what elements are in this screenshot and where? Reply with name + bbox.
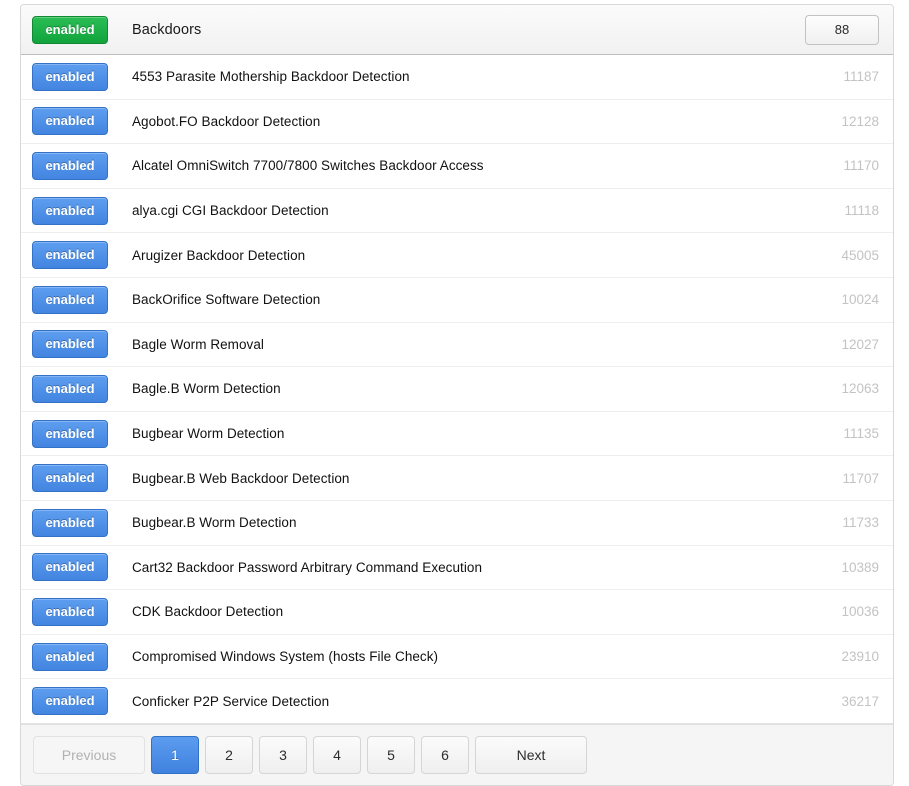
plugin-name: Bugbear.B Web Backdoor Detection bbox=[132, 470, 350, 486]
plugin-row[interactable]: enabled Bugbear.B Worm Detection 11733 bbox=[21, 500, 893, 546]
plugin-status-slot: enabled bbox=[32, 374, 124, 403]
family-header-row[interactable]: enabled Backdoors 88 bbox=[21, 5, 893, 55]
plugin-name: Alcatel OmniSwitch 7700/7800 Switches Ba… bbox=[132, 158, 484, 174]
plugin-row[interactable]: enabled Bugbear.B Web Backdoor Detection 1… bbox=[21, 456, 893, 501]
plugin-status-slot: enabled bbox=[32, 330, 124, 359]
pagination-page-numbers: 123456 bbox=[151, 735, 469, 774]
family-status-badge[interactable]: enabled bbox=[32, 15, 108, 44]
plugin-status-badge[interactable]: enabled bbox=[32, 464, 108, 493]
plugin-status-slot: enabled bbox=[32, 419, 124, 448]
plugin-id: 11707 bbox=[842, 470, 879, 486]
plugin-status-slot: enabled bbox=[32, 464, 124, 493]
family-name: Backdoors bbox=[132, 21, 202, 38]
plugin-list: enabled 4553 Parasite Mothership Backdoor… bbox=[21, 55, 893, 724]
plugin-id: 11135 bbox=[843, 426, 879, 442]
plugin-row[interactable]: enabled Cart32 Backdoor Password Arbitrar… bbox=[21, 545, 893, 591]
plugin-status-slot: enabled bbox=[32, 553, 124, 582]
plugin-status-badge[interactable]: enabled bbox=[32, 107, 108, 136]
plugin-row[interactable]: enabled BackOrifice Software Detection 100… bbox=[21, 277, 893, 323]
pagination-next-button[interactable]: Next bbox=[475, 735, 587, 774]
plugin-status-slot: enabled bbox=[32, 151, 124, 180]
plugin-row[interactable]: enabled Conficker P2P Service Detection 36… bbox=[21, 679, 893, 724]
plugin-name: Bagle.B Worm Detection bbox=[132, 381, 281, 397]
pagination-page-1[interactable]: 1 bbox=[151, 735, 199, 774]
plugin-name: Conficker P2P Service Detection bbox=[132, 693, 330, 709]
family-status-slot: enabled bbox=[32, 15, 124, 44]
plugin-status-badge[interactable]: enabled bbox=[32, 642, 108, 671]
plugin-name: Bugbear.B Worm Detection bbox=[132, 515, 297, 531]
plugin-status-slot: enabled bbox=[32, 687, 124, 716]
plugin-name: 4553 Parasite Mothership Backdoor Detect… bbox=[132, 69, 410, 85]
plugin-name: Agobot.FO Backdoor Detection bbox=[132, 113, 321, 129]
plugin-name: Cart32 Backdoor Password Arbitrary Comma… bbox=[132, 559, 483, 575]
plugin-id: 10389 bbox=[841, 559, 879, 575]
pagination-controls: Previous 123456 Next bbox=[33, 735, 881, 774]
plugin-name: Bugbear Worm Detection bbox=[132, 426, 285, 442]
plugin-name: alya.cgi CGI Backdoor Detection bbox=[132, 203, 329, 219]
plugin-status-badge[interactable]: enabled bbox=[32, 196, 108, 225]
plugin-status-slot: enabled bbox=[32, 285, 124, 314]
pagination-page-2[interactable]: 2 bbox=[205, 735, 253, 774]
plugin-status-badge[interactable]: enabled bbox=[32, 419, 108, 448]
plugin-status-slot: enabled bbox=[32, 642, 124, 671]
plugin-status-slot: enabled bbox=[32, 241, 124, 270]
pagination-footer: Previous 123456 Next bbox=[21, 723, 893, 785]
pagination-page-4[interactable]: 4 bbox=[313, 735, 361, 774]
pagination-page-6[interactable]: 6 bbox=[421, 735, 469, 774]
plugin-status-slot: enabled bbox=[32, 107, 124, 136]
pagination-page-3[interactable]: 3 bbox=[259, 735, 307, 774]
plugin-status-badge[interactable]: enabled bbox=[32, 62, 108, 91]
pagination-page-5[interactable]: 5 bbox=[367, 735, 415, 774]
plugin-row[interactable]: enabled Compromised Windows System (hosts… bbox=[21, 634, 893, 680]
family-plugin-count: 88 bbox=[805, 14, 879, 45]
plugin-status-badge[interactable]: enabled bbox=[32, 330, 108, 359]
plugin-row[interactable]: enabled Bagle.B Worm Detection 12063 bbox=[21, 367, 893, 412]
plugin-id: 11187 bbox=[843, 69, 879, 85]
plugin-status-badge[interactable]: enabled bbox=[32, 151, 108, 180]
plugin-status-slot: enabled bbox=[32, 196, 124, 225]
plugin-status-slot: enabled bbox=[32, 62, 124, 91]
plugin-id: 12128 bbox=[841, 113, 879, 129]
plugin-row[interactable]: enabled Alcatel OmniSwitch 7700/7800 Swit… bbox=[21, 144, 893, 189]
plugin-status-badge[interactable]: enabled bbox=[32, 374, 108, 403]
plugin-status-slot: enabled bbox=[32, 597, 124, 626]
plugin-name: CDK Backdoor Detection bbox=[132, 604, 284, 620]
plugin-status-badge[interactable]: enabled bbox=[32, 687, 108, 716]
plugin-status-slot: enabled bbox=[32, 508, 124, 537]
plugin-row[interactable]: enabled 4553 Parasite Mothership Backdoor… bbox=[21, 55, 893, 100]
plugin-row[interactable]: enabled alya.cgi CGI Backdoor Detection 11… bbox=[21, 188, 893, 234]
plugin-id: 10024 bbox=[841, 292, 879, 308]
plugin-id: 12027 bbox=[841, 336, 879, 352]
plugin-status-badge[interactable]: enabled bbox=[32, 241, 108, 270]
plugin-name: Bagle Worm Removal bbox=[132, 336, 264, 352]
plugin-id: 10036 bbox=[841, 604, 879, 620]
plugin-name: BackOrifice Software Detection bbox=[132, 292, 321, 308]
plugin-name: Arugizer Backdoor Detection bbox=[132, 247, 306, 263]
plugin-id: 11118 bbox=[844, 203, 879, 219]
plugin-id: 11170 bbox=[843, 158, 879, 174]
plugin-status-badge[interactable]: enabled bbox=[32, 508, 108, 537]
plugin-family-panel: enabled Backdoors 88 enabled 4553 Parasit… bbox=[20, 4, 894, 786]
plugin-id: 12063 bbox=[841, 381, 879, 397]
plugin-id: 45005 bbox=[841, 247, 879, 263]
plugin-row[interactable]: enabled Agobot.FO Backdoor Detection 12128 bbox=[21, 99, 893, 145]
plugin-id: 11733 bbox=[842, 515, 879, 531]
plugin-row[interactable]: enabled Bagle Worm Removal 12027 bbox=[21, 322, 893, 368]
plugin-row[interactable]: enabled CDK Backdoor Detection 10036 bbox=[21, 590, 893, 635]
plugin-status-badge[interactable]: enabled bbox=[32, 597, 108, 626]
pagination-previous-button[interactable]: Previous bbox=[33, 735, 145, 774]
plugin-status-badge[interactable]: enabled bbox=[32, 553, 108, 582]
plugin-id: 23910 bbox=[841, 649, 879, 665]
plugin-row[interactable]: enabled Arugizer Backdoor Detection 45005 bbox=[21, 233, 893, 278]
plugin-status-badge[interactable]: enabled bbox=[32, 285, 108, 314]
plugin-name: Compromised Windows System (hosts File C… bbox=[132, 649, 439, 665]
plugin-row[interactable]: enabled Bugbear Worm Detection 11135 bbox=[21, 411, 893, 457]
plugin-id: 36217 bbox=[841, 693, 879, 709]
